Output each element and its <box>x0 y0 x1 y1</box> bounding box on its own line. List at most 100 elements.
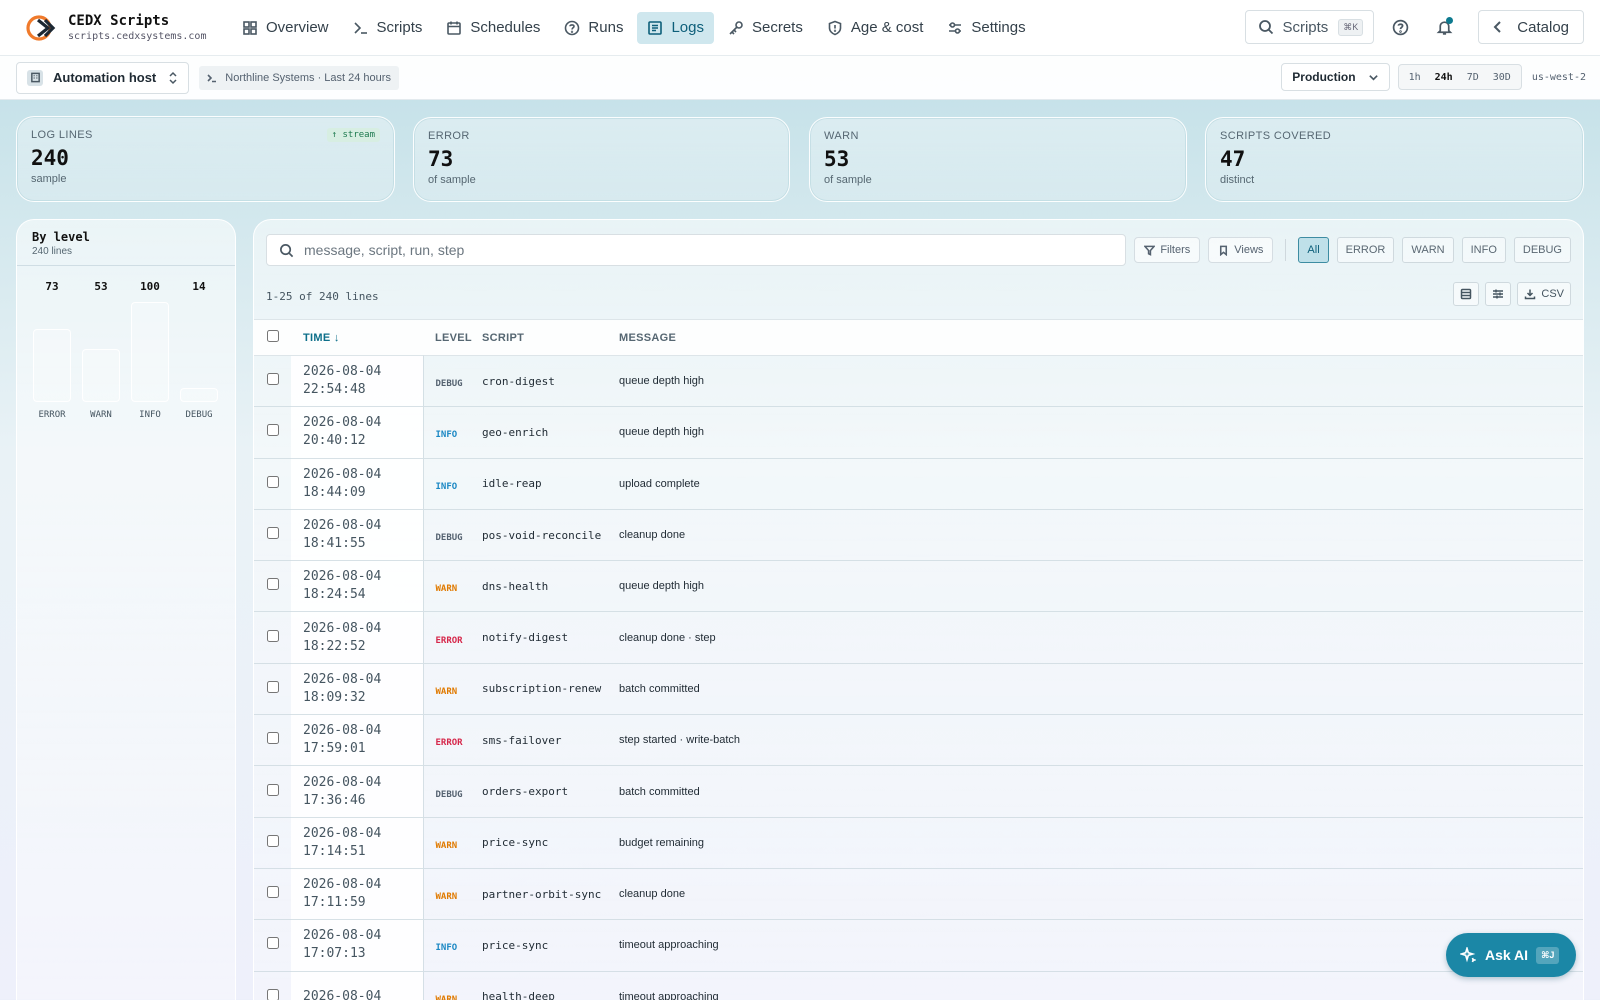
row-checkbox[interactable] <box>266 988 279 1000</box>
column-time[interactable]: TIME ↓ <box>291 320 423 356</box>
log-row[interactable]: 2026-08-04 18:22:52 ERROR notify-digest clea… <box>254 611 1583 664</box>
level-bar-debug[interactable]: 14 DEBUG <box>179 280 219 430</box>
log-row[interactable]: 2026-08-04 18:24:54 WARN dns-health queue de… <box>254 560 1583 612</box>
log-row[interactable]: 2026-08-04 18:44:09 INFO idle-reap upload co… <box>254 458 1583 510</box>
global-search-button[interactable]: Scripts ⌘K <box>1245 10 1375 44</box>
by-level-title: By level <box>32 230 90 244</box>
row-checkbox[interactable] <box>266 680 279 693</box>
tab-scripts[interactable]: Scripts <box>343 12 433 44</box>
help-button[interactable] <box>1382 10 1418 44</box>
tab-schedules[interactable]: Schedules <box>436 12 550 44</box>
log-row[interactable]: 2026-08-04 20:40:12 INFO geo-enrich queue de… <box>254 406 1583 459</box>
tab-runs[interactable]: Runs <box>554 12 633 44</box>
ask-ai-button[interactable]: Ask AI ⌘J <box>1446 933 1576 977</box>
level-bar-info[interactable]: 100 INFO <box>130 280 170 430</box>
catalog-button[interactable]: Catalog <box>1478 10 1584 44</box>
tab-secrets[interactable]: Secrets <box>718 12 813 44</box>
row-checkbox[interactable] <box>266 527 279 540</box>
host-select[interactable]: Automation host <box>16 61 190 94</box>
log-script[interactable]: price-sync <box>482 817 619 868</box>
log-script[interactable]: partner-orbit-sync <box>482 868 619 919</box>
log-row[interactable]: 2026-08-04 17:59:01 ERROR sms-failover step … <box>254 714 1583 766</box>
log-row[interactable]: 2026-08-04 17:36:46 DEBUG orders-export batc… <box>254 765 1583 818</box>
stream-badge[interactable]: ↑ stream <box>326 128 380 142</box>
tab-age-cost[interactable]: Age & cost <box>817 12 934 44</box>
log-rows: 2026-08-04 22:54:48 DEBUG cron-digest queue … <box>254 355 1583 1000</box>
tab-label: Settings <box>971 19 1026 36</box>
level-filter-all[interactable]: All <box>1298 237 1329 263</box>
log-script[interactable]: pos-void-reconcile <box>482 509 619 560</box>
log-script[interactable]: notify-digest <box>482 612 619 663</box>
help-icon <box>1392 19 1409 35</box>
log-row[interactable]: 2026-08-04 18:09:32 WARN subscription-renew… <box>254 663 1583 715</box>
row-checkbox[interactable] <box>266 629 279 642</box>
stat-sub: of sample <box>428 174 476 186</box>
log-time: 18:24:54 <box>303 587 366 603</box>
column-level[interactable]: LEVEL <box>423 320 482 356</box>
log-script[interactable]: price-sync <box>482 920 619 971</box>
log-script[interactable]: geo-enrich <box>482 407 619 458</box>
bar-value: 53 <box>94 280 108 293</box>
density-button[interactable] <box>1453 282 1480 306</box>
sparkle-icon <box>1460 947 1476 963</box>
log-script[interactable]: orders-export <box>482 766 619 817</box>
level-bar-error[interactable]: 73 ERROR <box>32 280 72 430</box>
log-script[interactable]: sms-failover <box>482 715 619 766</box>
filters-button[interactable]: Filters <box>1134 237 1201 263</box>
range-1h[interactable]: 1h <box>1402 67 1428 87</box>
log-script[interactable]: dns-health <box>482 561 619 612</box>
log-search-field[interactable] <box>266 234 1127 266</box>
row-checkbox[interactable] <box>266 732 279 745</box>
export-csv-button[interactable]: CSV <box>1517 282 1571 306</box>
row-checkbox[interactable] <box>266 886 279 899</box>
notifications-button[interactable] <box>1426 10 1462 44</box>
log-search-input[interactable] <box>304 242 1104 258</box>
select-all-checkbox[interactable] <box>266 330 279 342</box>
log-script[interactable]: health-deep <box>482 971 619 1000</box>
log-date: 2026-08-04 <box>303 671 382 687</box>
row-checkbox[interactable] <box>266 783 279 796</box>
row-select-cell <box>254 561 291 612</box>
log-row[interactable]: 2026-08-04 WARN health-deep timeout approac… <box>254 971 1583 1000</box>
log-row[interactable]: 2026-08-04 22:54:48 DEBUG cron-digest queue … <box>254 355 1583 407</box>
search-icon <box>280 243 294 257</box>
row-checkbox[interactable] <box>266 937 279 950</box>
level-bar-warn[interactable]: 53 WARN <box>81 280 121 430</box>
log-date: 2026-08-04 <box>303 620 382 636</box>
brand[interactable]: CEDX Scripts scripts.cedxsystems.com <box>26 13 232 43</box>
column-script[interactable]: SCRIPT <box>482 320 619 356</box>
range-24h[interactable]: 24h <box>1428 67 1460 87</box>
log-script[interactable]: cron-digest <box>482 356 619 407</box>
tab-overview[interactable]: Overview <box>232 12 339 44</box>
environment-select[interactable]: Production <box>1281 63 1390 91</box>
row-checkbox[interactable] <box>266 578 279 591</box>
views-button[interactable]: Views <box>1208 237 1274 263</box>
tab-logs[interactable]: Logs <box>637 11 714 44</box>
breadcrumb-text: Northline Systems · Last 24 hours <box>225 71 391 84</box>
bar-label: ERROR <box>38 410 66 420</box>
columns-button[interactable] <box>1485 282 1512 306</box>
chevron-down-icon <box>1368 74 1378 81</box>
calendar-icon <box>447 21 462 35</box>
log-script[interactable]: idle-reap <box>482 458 619 509</box>
log-script[interactable]: subscription-renew <box>482 663 619 714</box>
level-filter-error[interactable]: ERROR <box>1336 237 1395 263</box>
level-filter-warn[interactable]: WARN <box>1402 237 1454 263</box>
log-row[interactable]: 2026-08-04 17:07:13 INFO price-sync timeout … <box>254 919 1583 972</box>
column-message[interactable]: MESSAGE <box>619 320 1583 356</box>
log-row[interactable]: 2026-08-04 17:11:59 WARN partner-orbit-sync… <box>254 868 1583 920</box>
tab-settings[interactable]: Settings <box>937 12 1035 44</box>
range-30d[interactable]: 30D <box>1486 67 1518 87</box>
row-checkbox[interactable] <box>266 475 279 488</box>
level-filter-debug[interactable]: DEBUG <box>1513 237 1571 263</box>
range-7d[interactable]: 7D <box>1460 67 1486 87</box>
row-checkbox[interactable] <box>266 834 279 847</box>
stat-sub: distinct <box>1220 174 1255 186</box>
level-filter-info[interactable]: INFO <box>1461 237 1506 263</box>
terminal-icon <box>353 21 367 34</box>
log-row[interactable]: 2026-08-04 17:14:51 WARN price-sync budget r… <box>254 817 1583 869</box>
row-checkbox[interactable] <box>266 373 279 386</box>
log-row[interactable]: 2026-08-04 18:41:55 DEBUG pos-void-reconcil… <box>254 509 1583 561</box>
tab-label: Overview <box>266 19 329 36</box>
row-checkbox[interactable] <box>266 424 279 437</box>
